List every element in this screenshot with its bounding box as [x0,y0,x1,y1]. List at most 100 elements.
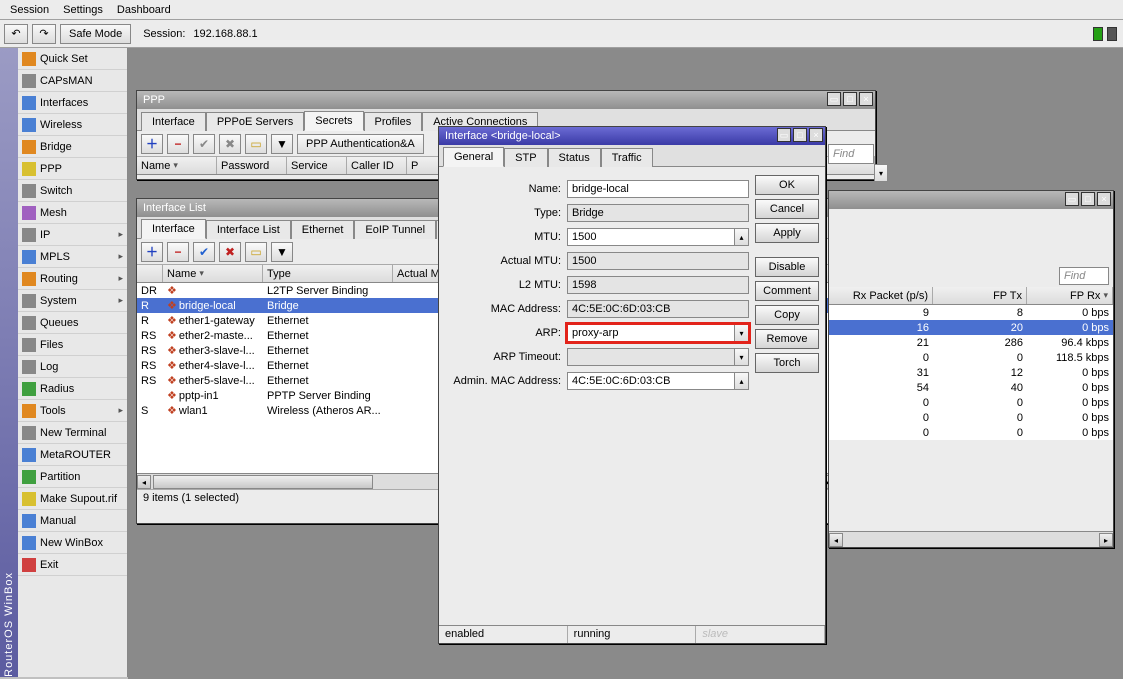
filter-button[interactable]: ▼ [271,242,293,262]
sidebar-item-wireless[interactable]: Wireless [18,114,127,136]
tab-status[interactable]: Status [548,148,601,167]
table-row[interactable]: 54400 bps [829,380,1113,395]
maximize-icon[interactable]: □ [843,92,857,106]
remove-button[interactable]: − [167,134,189,154]
sidebar-item-exit[interactable]: Exit [18,554,127,576]
disable-button[interactable]: Disable [755,257,819,277]
sidebar-item-bridge[interactable]: Bridge [18,136,127,158]
tab-pppoe-servers[interactable]: PPPoE Servers [206,112,304,131]
sidebar-item-queues[interactable]: Queues [18,312,127,334]
table-row[interactable]: 31120 bps [829,365,1113,380]
ok-button[interactable]: OK [755,175,819,195]
tab-interface[interactable]: Interface [141,112,206,131]
ppp-window-title[interactable]: PPP ▭ □ × [137,91,875,109]
tab-general[interactable]: General [443,147,504,167]
tab-traffic[interactable]: Traffic [601,148,653,167]
menu-session[interactable]: Session [10,4,49,16]
col-flag[interactable] [137,265,163,282]
close-icon[interactable]: × [809,128,823,142]
table-row[interactable]: 00118.5 kbps [829,350,1113,365]
sidebar-item-capsman[interactable]: CAPsMAN [18,70,127,92]
input-mtu[interactable]: 1500▴ [567,228,749,246]
col-callerid[interactable]: Caller ID [347,157,407,174]
filter-button[interactable]: ▼ [271,134,293,154]
input-arp-timeout[interactable]: ▾ [567,348,749,366]
maximize-icon[interactable]: □ [793,128,807,142]
minimize-icon[interactable]: ▭ [777,128,791,142]
find-input[interactable]: Find [1059,267,1109,285]
table-row[interactable]: 2128696.4 kbps [829,335,1113,350]
enable-button[interactable]: ✔ [193,242,215,262]
sidebar-item-ppp[interactable]: PPP [18,158,127,180]
dropdown-icon[interactable]: ▾ [874,164,888,182]
cancel-button[interactable]: Cancel [755,199,819,219]
table-row[interactable]: 000 bps [829,410,1113,425]
comment-button[interactable]: Comment [755,281,819,301]
table-row[interactable]: 16200 bps [829,320,1113,335]
tab-eoip-tunnel[interactable]: EoIP Tunnel [354,220,436,239]
disable-button[interactable]: ✖ [219,134,241,154]
chevron-down-icon[interactable]: ▾ [734,349,748,365]
sidebar-item-metarouter[interactable]: MetaROUTER [18,444,127,466]
sidebar-item-quick-set[interactable]: Quick Set [18,48,127,70]
horizontal-scrollbar[interactable]: ◂ ▸ [829,531,1113,547]
comment-button[interactable]: ▭ [245,242,267,262]
col-rx-packet[interactable]: Rx Packet (p/s) [829,287,933,304]
redo-button[interactable]: ↷ [32,24,56,44]
input-admin-mac[interactable]: 4C:5E:0C:6D:03:CB▴ [567,372,749,390]
maximize-icon[interactable]: □ [1081,192,1095,206]
add-button[interactable]: ＋ [141,134,163,154]
enable-button[interactable]: ✔ [193,134,215,154]
torch-button[interactable]: Torch [755,353,819,373]
apply-button[interactable]: Apply [755,223,819,243]
sidebar-item-log[interactable]: Log [18,356,127,378]
sidebar-item-new-terminal[interactable]: New Terminal [18,422,127,444]
sidebar-item-mesh[interactable]: Mesh [18,202,127,224]
chevron-down-icon[interactable]: ▾ [734,325,748,341]
sidebar-item-routing[interactable]: Routing▸ [18,268,127,290]
minimize-icon[interactable]: ▭ [1065,192,1079,206]
chevron-up-icon[interactable]: ▴ [734,373,748,389]
input-arp[interactable]: proxy-arp▾ [567,324,749,342]
tab-ethernet[interactable]: Ethernet [291,220,355,239]
comment-button[interactable]: ▭ [245,134,267,154]
col-fp-rx[interactable]: FP Rx ▾ [1027,287,1113,304]
ppp-auth-button[interactable]: PPP Authentication&A [297,134,424,154]
interface-dialog-title[interactable]: Interface <bridge-local> ▭ □ × [439,127,825,145]
tab-interface-list[interactable]: Interface List [206,220,291,239]
stats-window-title[interactable]: ▭ □ × [829,191,1113,209]
table-row[interactable]: 980 bps [829,305,1113,320]
col-name[interactable]: Name ▾ [137,157,217,174]
sidebar-item-ip[interactable]: IP▸ [18,224,127,246]
ppp-find-input[interactable]: Find [828,144,874,164]
sidebar-item-radius[interactable]: Radius [18,378,127,400]
tab-profiles[interactable]: Profiles [364,112,423,131]
minimize-icon[interactable]: ▭ [827,92,841,106]
undo-button[interactable]: ↶ [4,24,28,44]
sidebar-item-system[interactable]: System▸ [18,290,127,312]
table-row[interactable]: 000 bps [829,425,1113,440]
menu-dashboard[interactable]: Dashboard [117,4,171,16]
sidebar-item-interfaces[interactable]: Interfaces [18,92,127,114]
tab-stp[interactable]: STP [504,148,547,167]
col-service[interactable]: Service [287,157,347,174]
sidebar-item-make-supout-rif[interactable]: Make Supout.rif [18,488,127,510]
sidebar-item-files[interactable]: Files [18,334,127,356]
menu-settings[interactable]: Settings [63,4,103,16]
disable-button[interactable]: ✖ [219,242,241,262]
close-icon[interactable]: × [859,92,873,106]
table-row[interactable]: 000 bps [829,395,1113,410]
tab-interface[interactable]: Interface [141,219,206,239]
col-name[interactable]: Name ▾ [163,265,263,282]
col-type[interactable]: Type [263,265,393,282]
safe-mode-button[interactable]: Safe Mode [60,24,131,44]
tab-secrets[interactable]: Secrets [304,111,363,131]
remove-button[interactable]: − [167,242,189,262]
sidebar-item-tools[interactable]: Tools▸ [18,400,127,422]
sidebar-item-manual[interactable]: Manual [18,510,127,532]
remove-button-dlg[interactable]: Remove [755,329,819,349]
close-icon[interactable]: × [1097,192,1111,206]
chevron-up-icon[interactable]: ▴ [734,229,748,245]
sidebar-item-partition[interactable]: Partition [18,466,127,488]
col-password[interactable]: Password [217,157,287,174]
